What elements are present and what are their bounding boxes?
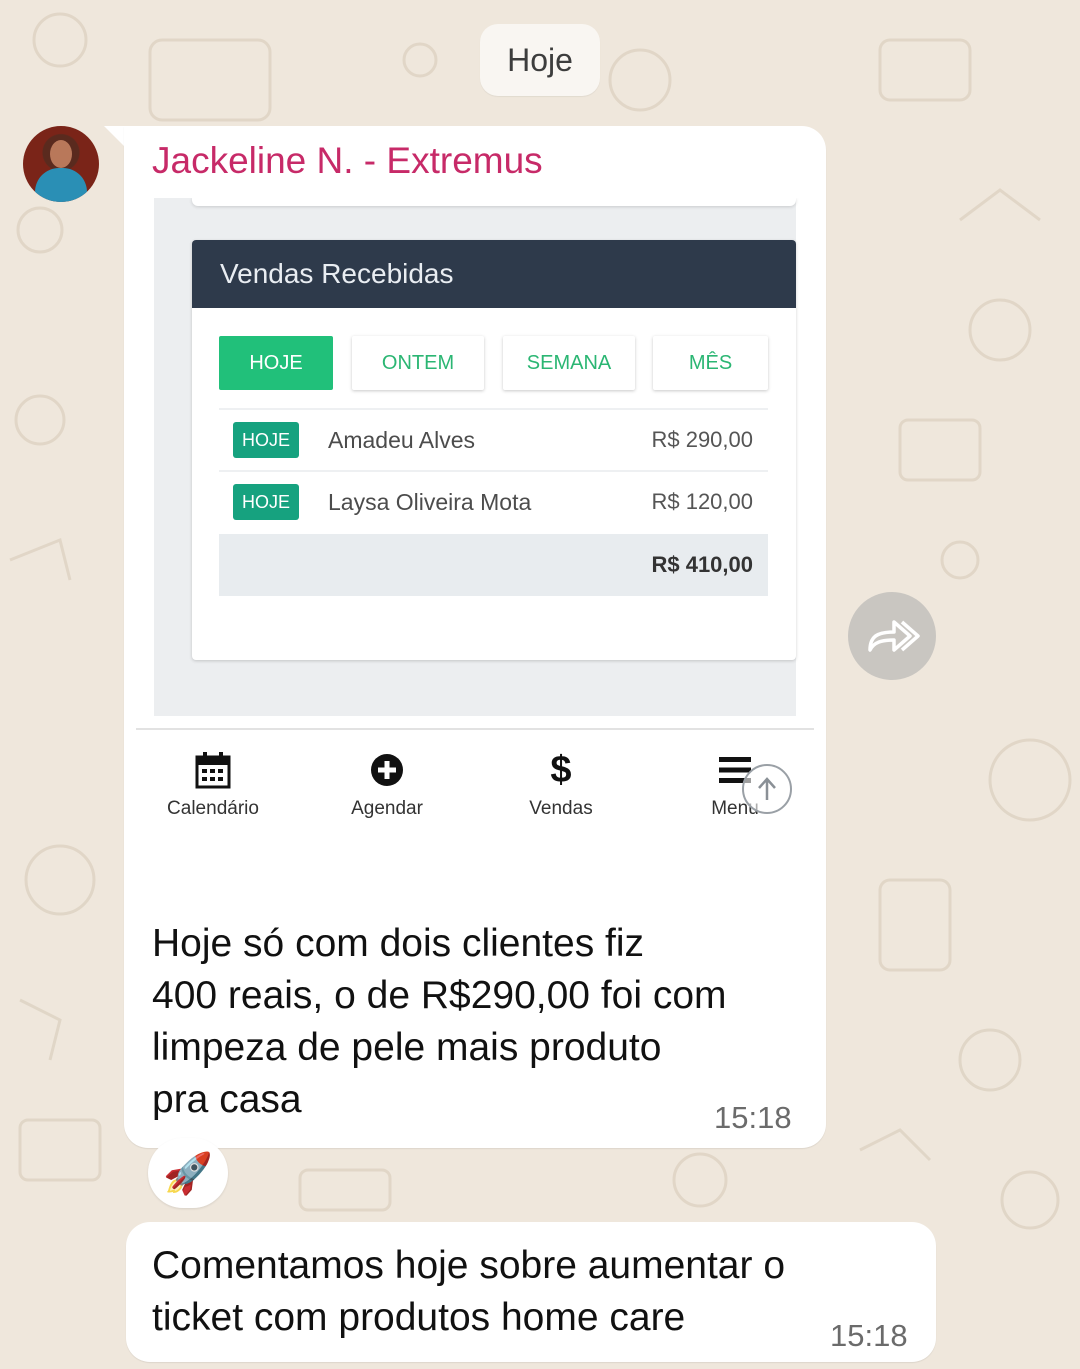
tab-ontem: ONTEM (352, 336, 484, 390)
dollar-icon: $ (550, 748, 572, 791)
nav-calendario: Calendário (138, 748, 288, 820)
date-separator: Hoje (480, 24, 600, 96)
sales-card-title: Vendas Recebidas (192, 240, 796, 308)
message-timestamp: 15:18 (830, 1318, 908, 1353)
sale-row: HOJE Amadeu Alves R$ 290,00 (219, 408, 768, 470)
message-text: Comentamos hoje sobre aumentar o ticket … (152, 1244, 786, 1339)
message-text: Hoje só com dois clientes fiz 400 reais,… (152, 922, 727, 1121)
tab-hoje: HOJE (219, 336, 333, 390)
nav-agendar: Agendar (312, 748, 462, 820)
message-bubble-text[interactable]: Comentamos hoje sobre aumentar o ticket … (126, 1222, 936, 1362)
bubble-tail (104, 126, 126, 148)
forward-icon (868, 620, 920, 652)
message-bubble-image[interactable]: Jackeline N. - Extremus Vendas Recebidas… (124, 126, 826, 1148)
tab-semana: SEMANA (503, 336, 635, 390)
status-badge: HOJE (233, 484, 299, 520)
sender-name[interactable]: Jackeline N. - Extremus (152, 140, 543, 182)
screenshot-bottom-nav: Calendário Agendar $ Vendas Menu (136, 728, 814, 860)
client-name: Laysa Oliveira Mota (328, 488, 532, 515)
sender-avatar[interactable] (23, 126, 99, 202)
nav-label: Vendas (529, 798, 593, 819)
nav-label: Calendário (167, 798, 259, 819)
scroll-top-icon (742, 764, 792, 814)
nav-vendas: $ Vendas (486, 748, 636, 820)
sales-card: Vendas Recebidas HOJE ONTEM SEMANA MÊS H… (192, 240, 796, 660)
tab-mes: MÊS (653, 336, 768, 390)
reaction-emoji[interactable]: 🚀 (148, 1138, 228, 1208)
sales-total: R$ 410,00 (219, 534, 768, 596)
nav-label: Agendar (351, 798, 423, 819)
client-name: Amadeu Alves (328, 426, 476, 453)
calendar-icon (138, 748, 288, 792)
message-timestamp: 15:18 (714, 1100, 792, 1135)
plus-circle-icon (312, 748, 462, 792)
sale-value: R$ 120,00 (651, 489, 753, 514)
shared-screenshot[interactable]: Vendas Recebidas HOJE ONTEM SEMANA MÊS H… (136, 198, 814, 938)
sale-value: R$ 290,00 (651, 427, 753, 452)
forward-button[interactable] (848, 592, 936, 680)
status-badge: HOJE (233, 422, 299, 458)
sale-row: HOJE Laysa Oliveira Mota R$ 120,00 (219, 470, 768, 532)
screenshot-app-content: Vendas Recebidas HOJE ONTEM SEMANA MÊS H… (154, 198, 796, 716)
